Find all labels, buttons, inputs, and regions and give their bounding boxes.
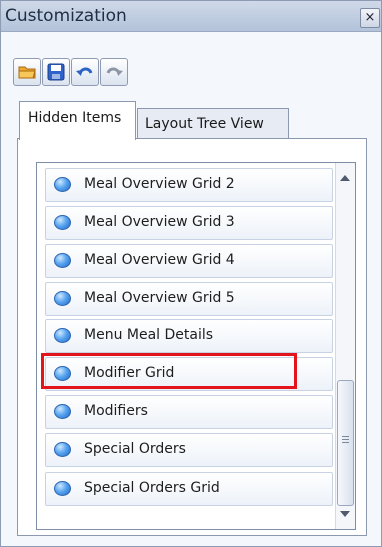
list-item-label: Special Orders (84, 441, 186, 457)
redo-arrow-icon (106, 67, 123, 76)
scroll-up-icon[interactable] (340, 175, 350, 181)
save-disk-icon (47, 63, 65, 81)
grip-line (342, 442, 349, 443)
customization-window: Customization × Hidden Items Layout Tree… (0, 0, 382, 547)
title-bar[interactable]: Customization × (1, 1, 381, 32)
bullet-icon (54, 442, 71, 457)
list-item[interactable]: Menu Meal Details (45, 319, 333, 353)
list-item-label: Special Orders Grid (84, 480, 220, 496)
open-layout-button[interactable] (13, 58, 41, 86)
list-item[interactable]: Meal Overview Grid 3 (45, 206, 333, 240)
bullet-icon (54, 328, 71, 343)
hidden-items-list[interactable]: Meal Overview Grid 2 Meal Overview Grid … (36, 162, 356, 530)
bullet-icon (54, 253, 71, 268)
undo-arrow-icon (76, 67, 93, 76)
list-item[interactable]: Special Orders (45, 433, 333, 467)
list-item-label: Menu Meal Details (84, 327, 214, 343)
list-item-label: Meal Overview Grid 3 (84, 214, 235, 230)
tab-hidden-items-label: Hidden Items (28, 110, 122, 126)
list-item-label: Meal Overview Grid 5 (84, 290, 235, 306)
list-item[interactable]: Meal Overview Grid 2 (45, 168, 333, 202)
tab-layout-tree-view-label: Layout Tree View (145, 116, 264, 132)
list-item[interactable]: Meal Overview Grid 5 (45, 282, 333, 316)
bullet-icon (54, 177, 71, 192)
list-item-label: Modifier Grid (84, 365, 175, 381)
list-item-label: Meal Overview Grid 4 (84, 252, 235, 268)
open-folder-icon (18, 66, 36, 79)
vertical-scrollbar[interactable] (335, 163, 355, 529)
list-item[interactable]: Modifier Grid (45, 357, 333, 391)
bullet-icon (54, 215, 71, 230)
bullet-icon (54, 291, 71, 306)
list-item[interactable]: Meal Overview Grid 4 (45, 244, 333, 278)
close-button[interactable]: × (360, 8, 380, 28)
list-item[interactable]: Modifiers (45, 395, 333, 429)
grip-line (342, 439, 349, 440)
scroll-down-icon[interactable] (340, 511, 350, 517)
window-title: Customization (5, 6, 127, 26)
tab-hidden-items[interactable]: Hidden Items (19, 101, 136, 140)
tab-layout-tree-view[interactable]: Layout Tree View (137, 108, 289, 139)
bullet-icon (54, 481, 71, 496)
list-item-label: Modifiers (84, 403, 148, 419)
save-layout-button[interactable] (42, 58, 70, 86)
list-item-label: Meal Overview Grid 2 (84, 176, 235, 192)
bullet-icon (54, 404, 71, 419)
close-icon: × (364, 10, 376, 25)
redo-button[interactable] (100, 58, 128, 86)
scroll-thumb[interactable] (337, 380, 354, 506)
undo-button[interactable] (71, 58, 99, 86)
list-item[interactable]: Special Orders Grid (45, 472, 333, 506)
bullet-icon (54, 366, 71, 381)
grip-line (342, 436, 349, 437)
